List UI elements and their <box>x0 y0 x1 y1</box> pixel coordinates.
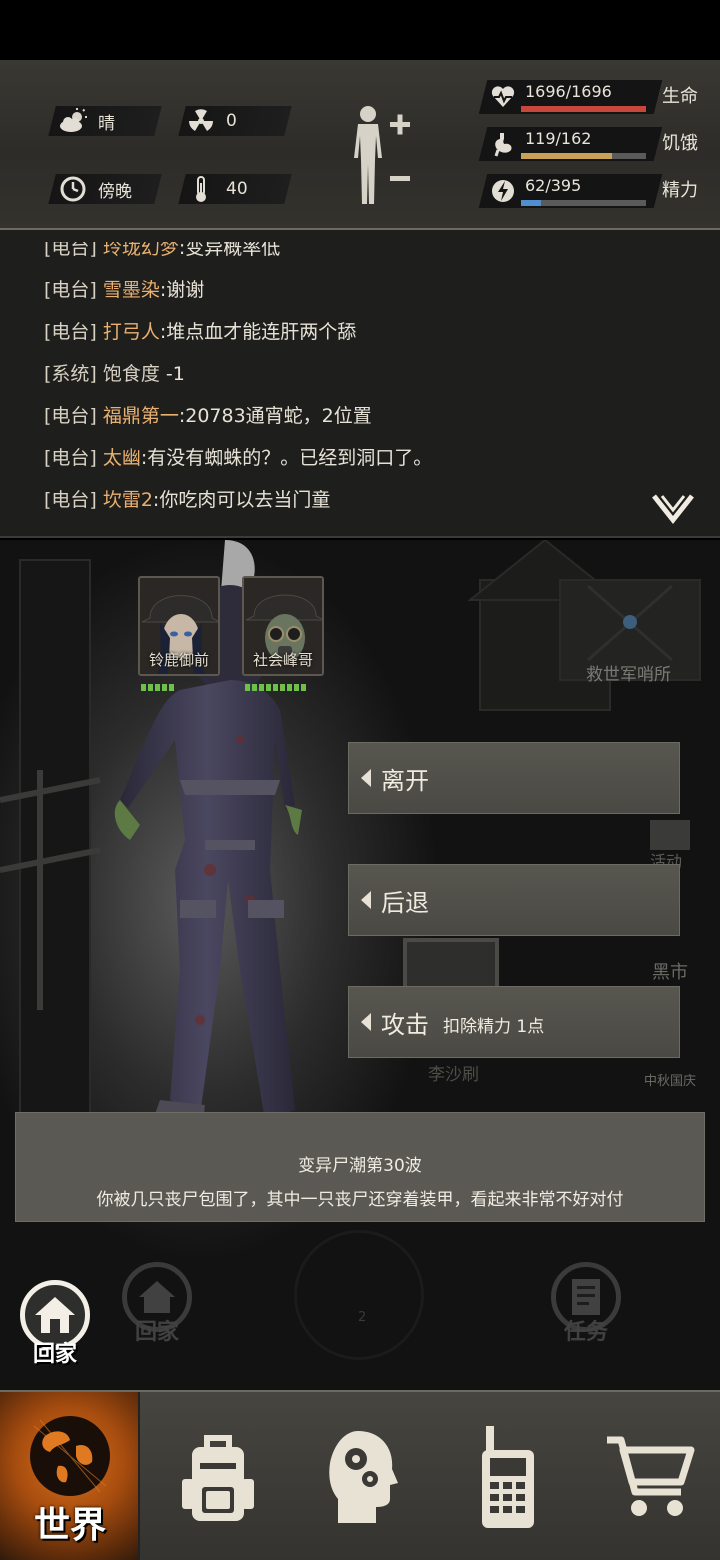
black-market-label[interactable]: 黑市 <box>652 958 688 984</box>
walkie-talkie-icon <box>481 1426 534 1528</box>
radiation-icon <box>186 106 216 136</box>
hp-dot <box>294 684 299 691</box>
hp-dot <box>162 684 167 691</box>
radiation-display: 0 <box>186 106 237 136</box>
hp-dot <box>252 684 257 691</box>
party-member-card[interactable]: 社会峰哥 <box>242 576 324 676</box>
hp-dot <box>280 684 285 691</box>
attack-button[interactable]: 攻击 扣除精力 1点 <box>348 986 680 1058</box>
page-indicator: 2 <box>358 1310 367 1325</box>
head-gears-icon <box>328 1431 398 1523</box>
globe-icon <box>30 1416 110 1496</box>
festival-label[interactable]: 中秋国庆 <box>644 1070 696 1089</box>
party-member-name: 社会峰哥 <box>252 651 313 669</box>
chat-line: [电台] 坎雷2:你吃肉可以去当门童 <box>44 489 331 511</box>
hp-dot <box>245 684 250 691</box>
leave-button-label: 离开 <box>381 766 429 795</box>
party-member-hp <box>141 684 174 691</box>
backpack-icon <box>181 1435 254 1521</box>
chat-line: [电台] 太幽:有没有蜘蛛的？。已经到洞口了。 <box>44 447 433 469</box>
attack-button-label: 攻击 <box>381 1010 429 1039</box>
hp-dot <box>259 684 264 691</box>
hp-dot <box>273 684 278 691</box>
chevron-down-icon <box>652 494 694 525</box>
event-title: 变异尸潮第30波 <box>298 1156 422 1176</box>
tab-shop[interactable] <box>580 1392 720 1560</box>
hunger-label: 饥饿 <box>662 133 698 154</box>
temperature-display: 40 <box>186 174 248 204</box>
chat-log[interactable]: [电台] 玲珑幻梦:变异概率低 [电台] 雪墨染:谢谢 [电台] 打弓人:堆点血才能连… <box>0 230 720 538</box>
health-value: 1696/1696 <box>525 82 612 101</box>
health-bar-fill <box>521 106 646 112</box>
leave-button[interactable]: 离开 <box>348 742 680 814</box>
chat-line: [电台] 玲珑幻梦:变异概率低 <box>44 237 281 259</box>
energy-bar-fill <box>521 200 541 206</box>
encounter-scene: 救世军哨所 活动 黑市 中秋国庆 李沙刷 铃鹿御前 社会峰哥 离开 后退 攻击 … <box>0 540 720 1390</box>
hunger-bar-fill <box>521 153 613 159</box>
event-description: 你被几只丧尸包围了，其中一只丧尸还穿着装甲，看起来非常不好对付 <box>96 1190 624 1210</box>
tab-skills[interactable] <box>290 1392 435 1560</box>
hp-dot <box>155 684 160 691</box>
hp-dot <box>148 684 153 691</box>
party-member-card[interactable]: 铃鹿御前 <box>138 576 220 676</box>
heart-pulse-icon <box>488 80 518 114</box>
temperature-value: 40 <box>226 179 248 199</box>
shopping-cart-icon <box>607 1436 695 1516</box>
hp-dot <box>141 684 146 691</box>
energy-bar <box>521 200 646 206</box>
radiation-value: 0 <box>226 111 237 131</box>
weather-display: 晴 <box>58 106 115 136</box>
tab-backpack[interactable] <box>145 1392 290 1560</box>
stomach-icon <box>488 127 518 161</box>
home-shortcut-label: 回家 <box>32 1342 77 1367</box>
event-panel: 变异尸潮第30波 你被几只丧尸包围了，其中一只丧尸还穿着装甲，看起来非常不好对付 <box>15 1112 705 1222</box>
task-shortcut-faded: 任务 <box>551 1262 621 1346</box>
chat-line: [电台] 打弓人:堆点血才能连肝两个舔 <box>44 321 357 343</box>
chat-line: [系统] 饱食度 -1 <box>44 363 185 385</box>
energy-bolt-icon <box>488 174 518 208</box>
tab-world-label: 世界 <box>33 1505 106 1546</box>
caret-left-icon <box>361 1013 371 1031</box>
hp-dot <box>266 684 271 691</box>
tab-radio[interactable] <box>435 1392 580 1560</box>
energy-label: 精力 <box>662 180 698 201</box>
energy-value: 62/395 <box>525 176 582 195</box>
clock-icon <box>58 174 88 204</box>
party-member-hp <box>245 684 306 691</box>
time-display: 傍晚 <box>58 174 132 204</box>
hp-dot <box>287 684 292 691</box>
caret-left-icon <box>361 891 371 909</box>
attack-cost-label: 扣除精力 1点 <box>443 1016 545 1037</box>
weather-value: 晴 <box>98 113 115 134</box>
faded-dial <box>294 1230 424 1360</box>
party-member-name: 铃鹿御前 <box>148 651 209 669</box>
hunger-value: 119/162 <box>525 129 592 148</box>
chat-line: [电台] 福鼎第一:20783通宵蛇，2位置 <box>44 405 372 427</box>
status-bar: 晴 0 傍晚 40 1696/1696 生命 119/162 饥饿 62/395… <box>0 60 720 230</box>
partly-cloudy-icon <box>58 106 88 136</box>
chat-line: [电台] 雪墨染:谢谢 <box>44 279 205 301</box>
li-shasha-label: 李沙刷 <box>428 1065 479 1085</box>
retreat-button[interactable]: 后退 <box>348 864 680 936</box>
human-body-icon <box>354 106 410 204</box>
time-value: 傍晚 <box>98 181 132 202</box>
retreat-button-label: 后退 <box>381 888 429 917</box>
tab-world[interactable]: 世界 <box>0 1392 140 1560</box>
home-shortcut-button[interactable]: 回家 <box>20 1280 90 1368</box>
bottom-navigation: 世界 <box>0 1390 720 1560</box>
health-bar <box>521 106 646 112</box>
chat-collapse-button[interactable] <box>650 490 696 526</box>
health-label: 生命 <box>662 86 698 107</box>
caret-left-icon <box>361 769 371 787</box>
hp-dot <box>169 684 174 691</box>
outpost-label[interactable]: 救世军哨所 <box>586 660 671 685</box>
hp-dot <box>301 684 306 691</box>
thermometer-icon <box>186 174 216 204</box>
hunger-bar <box>521 153 646 159</box>
character-body-button[interactable] <box>346 100 422 212</box>
home-shortcut-faded: 回家 <box>122 1262 192 1346</box>
